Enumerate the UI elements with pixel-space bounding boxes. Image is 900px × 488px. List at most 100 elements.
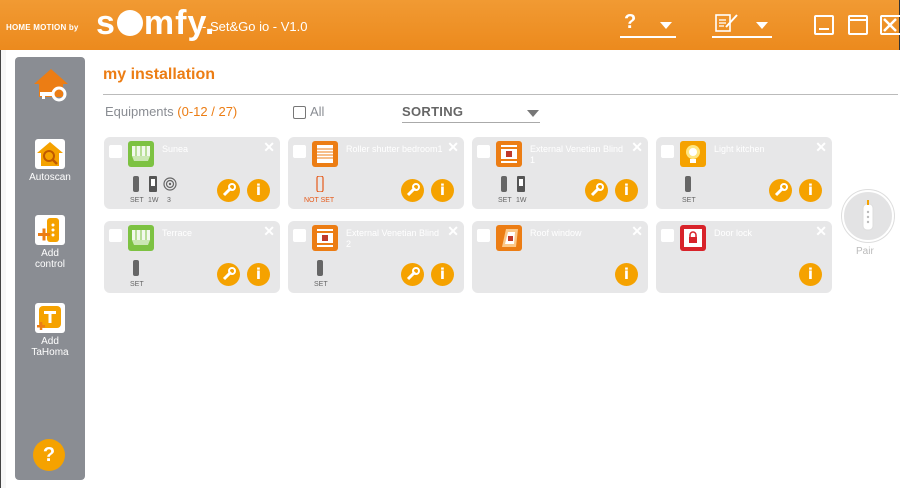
sidebar: Autoscan Add control Add TaHoma ? — [15, 57, 85, 480]
device-card[interactable]: Door lock ✕ i — [656, 221, 832, 293]
home-key-icon[interactable] — [32, 67, 70, 105]
close-icon[interactable]: ✕ — [815, 140, 827, 154]
device-checkbox[interactable] — [477, 145, 490, 158]
awning-icon — [128, 225, 154, 251]
info-icon[interactable]: i — [431, 263, 454, 286]
device-checkbox[interactable] — [293, 229, 306, 242]
device-card[interactable]: Roof window ✕ i — [472, 221, 648, 293]
status-label: SET — [130, 281, 144, 288]
status-label: SET — [682, 197, 696, 204]
remote-icon — [862, 200, 874, 231]
device-checkbox[interactable] — [109, 145, 122, 158]
device-checkbox[interactable] — [661, 229, 674, 242]
status-label: NOT SET — [304, 197, 335, 204]
device-name: External Venetian Blind 2 — [346, 228, 440, 249]
close-icon[interactable]: ✕ — [447, 140, 459, 154]
wall-switch-icon — [149, 176, 157, 192]
device-card[interactable]: External Venetian Blind 1 ✕ SET 1W i — [472, 137, 648, 209]
heading-divider — [103, 94, 898, 95]
device-name: Light kitchen — [714, 144, 765, 154]
info-icon[interactable]: i — [247, 263, 270, 286]
close-icon[interactable] — [880, 15, 900, 35]
device-card[interactable]: Roller shutter bedroom1 ✕ NOT SET i — [288, 137, 464, 209]
sidebar-item-autoscan[interactable]: Autoscan — [15, 139, 85, 183]
close-icon[interactable]: ✕ — [631, 224, 643, 238]
awning-icon — [128, 141, 154, 167]
chevron-down-icon[interactable] — [527, 110, 539, 117]
close-icon[interactable]: ✕ — [263, 224, 275, 238]
device-card[interactable]: Terrace ✕ SET i — [104, 221, 280, 293]
remote-icon — [316, 176, 324, 192]
wrench-icon[interactable] — [217, 179, 240, 202]
close-icon[interactable]: ✕ — [631, 140, 643, 154]
device-card[interactable]: Sunea ✕ SET 1W 3 i — [104, 137, 280, 209]
venetian-blind-icon — [312, 225, 338, 251]
edit-icon[interactable] — [715, 12, 739, 34]
sidebar-item-label: Add TaHoma — [31, 336, 69, 358]
device-card[interactable]: Light kitchen ✕ SET i — [656, 137, 832, 209]
equipments-text: Equipments — [105, 104, 174, 119]
device-checkbox[interactable] — [109, 229, 122, 242]
sidebar-item-label: Add control — [34, 248, 65, 270]
close-icon[interactable]: ✕ — [263, 140, 275, 154]
info-icon[interactable]: i — [431, 179, 454, 202]
wrench-icon[interactable] — [401, 179, 424, 202]
wrench-icon[interactable] — [769, 179, 792, 202]
wrench-icon[interactable] — [217, 263, 240, 286]
sidebar-item-add-control[interactable]: Add control — [15, 215, 85, 270]
device-checkbox[interactable] — [477, 229, 490, 242]
somfy-logo: s mfy. — [96, 4, 216, 42]
autoscan-icon — [35, 139, 65, 169]
sorting-underline — [402, 122, 540, 123]
status-label: 1W — [516, 197, 527, 204]
app-title: - Set&Go io - V1.0 — [202, 19, 308, 34]
remote-icon — [133, 176, 139, 192]
brand-tagline: HOME MOTION by — [6, 23, 79, 32]
device-checkbox[interactable] — [661, 145, 674, 158]
status-label: SET — [314, 281, 328, 288]
close-icon[interactable]: ✕ — [447, 224, 459, 238]
status-label: 3 — [167, 197, 171, 204]
device-name: Roller shutter bedroom1 — [346, 144, 443, 154]
info-icon[interactable]: i — [615, 263, 638, 286]
device-name: Roof window — [530, 228, 582, 238]
info-icon[interactable]: i — [799, 179, 822, 202]
info-icon[interactable]: i — [799, 263, 822, 286]
add-tahoma-icon — [35, 303, 65, 333]
info-icon[interactable]: i — [247, 179, 270, 202]
wall-switch-icon — [517, 176, 525, 192]
sidebar-item-add-tahoma[interactable]: Add TaHoma — [15, 303, 85, 358]
window-left-border — [0, 50, 6, 488]
remote-icon — [317, 260, 323, 276]
chevron-down-icon[interactable] — [756, 22, 768, 29]
help-menu-underline — [620, 36, 676, 38]
sorting-dropdown[interactable]: SORTING — [402, 104, 463, 119]
status-label: 1W — [148, 197, 159, 204]
pair-button[interactable] — [842, 190, 894, 242]
info-icon[interactable]: i — [615, 179, 638, 202]
status-label: SET — [130, 197, 144, 204]
wrench-icon[interactable] — [585, 179, 608, 202]
device-name: External Venetian Blind 1 — [530, 144, 624, 165]
equipments-label: Equipments (0-12 / 27) — [105, 104, 237, 119]
device-card[interactable]: External Venetian Blind 2 ✕ SET i — [288, 221, 464, 293]
door-lock-icon — [680, 225, 706, 251]
select-all-label: All — [310, 104, 325, 119]
remote-icon — [133, 260, 139, 276]
wrench-icon[interactable] — [401, 263, 424, 286]
maximize-icon[interactable] — [848, 15, 868, 35]
device-checkbox[interactable] — [293, 145, 306, 158]
add-control-icon — [35, 215, 65, 245]
venetian-blind-icon — [496, 141, 522, 167]
select-all-checkbox[interactable] — [293, 106, 306, 119]
title-bar: HOME MOTION by s mfy. - Set&Go io - V1.0 … — [0, 0, 900, 50]
help-button[interactable]: ? — [33, 439, 65, 471]
close-icon[interactable]: ✕ — [815, 224, 827, 238]
help-menu-button[interactable]: ? — [624, 12, 636, 32]
chevron-down-icon[interactable] — [660, 22, 672, 29]
roof-window-icon — [496, 225, 522, 251]
light-icon — [680, 141, 706, 167]
sidebar-item-label: Autoscan — [29, 172, 71, 183]
minimize-icon[interactable] — [814, 15, 834, 35]
remote-icon — [685, 176, 691, 192]
